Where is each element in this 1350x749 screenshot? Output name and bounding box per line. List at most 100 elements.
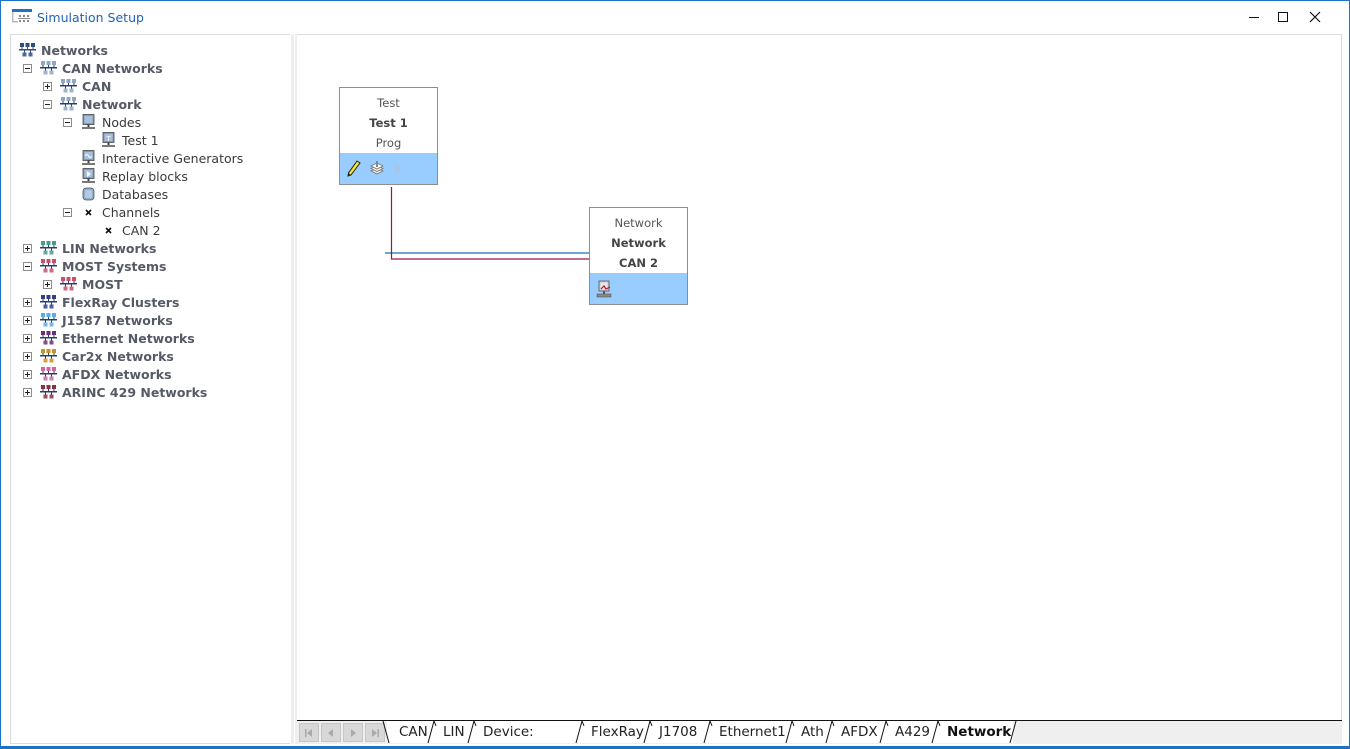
expand-icon[interactable]	[23, 333, 32, 343]
tree-item-arinc-429-networks[interactable]: ARINC 429 Networks	[23, 383, 207, 401]
network-tree[interactable]: Networks CAN Networks CAN Network Nodes …	[10, 34, 293, 744]
tree-item-afdx-networks[interactable]: AFDX Networks	[23, 365, 172, 383]
collapse-icon[interactable]	[63, 117, 72, 127]
expand-icon[interactable]	[23, 387, 32, 397]
tab-separator	[427, 721, 437, 743]
tree-item-networks[interactable]: Networks	[19, 41, 108, 59]
first-icon	[305, 728, 312, 737]
tree-item-label: LIN Networks	[62, 240, 157, 256]
tab-flexray[interactable]: FlexRay	[579, 721, 647, 743]
close-button[interactable]	[1298, 1, 1332, 33]
maximize-button[interactable]	[1266, 1, 1300, 33]
collapse-icon[interactable]	[23, 261, 32, 271]
maximize-icon	[1278, 12, 1288, 22]
tree-item-car2x-networks[interactable]: Car2x Networks	[23, 347, 174, 365]
tree-item-label: Nodes	[102, 114, 142, 130]
tab-next-button[interactable]	[343, 723, 363, 742]
network-canvas[interactable]: Test Test 1 Prog Network Network CAN 2	[297, 34, 1342, 720]
last-icon	[372, 728, 379, 737]
expand-icon[interactable]	[43, 279, 52, 289]
collapse-icon[interactable]	[23, 63, 32, 73]
expand-icon[interactable]	[23, 297, 32, 307]
expand-icon[interactable]	[43, 81, 52, 91]
expand-icon[interactable]	[23, 369, 32, 379]
test-node-icon: T	[102, 132, 115, 147]
network-name: Network	[611, 236, 666, 250]
lin-network-icon	[40, 241, 57, 255]
network-block-can-2[interactable]: Network Network CAN 2	[589, 207, 688, 305]
tree-item-label: Ethernet Networks	[62, 330, 195, 346]
node-block-toolbar	[340, 153, 437, 184]
tab-separator	[825, 721, 835, 743]
ethernet-network-icon	[40, 331, 57, 345]
node-type-label: Test	[377, 96, 400, 110]
tree-item-lin-networks[interactable]: LIN Networks	[23, 239, 156, 257]
expand-icon[interactable]	[23, 243, 32, 253]
tree-item-label: Replay blocks	[102, 168, 188, 184]
tree-item-nodes[interactable]: Nodes	[63, 113, 141, 131]
most-network-icon	[40, 259, 57, 273]
configuration-stack-icon[interactable]	[368, 160, 386, 178]
simulation-setup-icon	[12, 9, 32, 23]
tab-first-button[interactable]	[299, 723, 319, 742]
tree-item-channels[interactable]: Channels	[63, 203, 160, 221]
channel-icon	[105, 227, 112, 234]
car2x-network-icon	[40, 349, 57, 363]
tree-item-most-systems[interactable]: MOST Systems	[23, 257, 166, 275]
node-subtitle: Prog	[375, 136, 402, 150]
tab-separator	[1009, 721, 1017, 743]
node-connection-line	[390, 187, 589, 260]
node-block-test-1[interactable]: Test Test 1 Prog	[339, 87, 438, 185]
previous-icon	[328, 728, 333, 737]
tab-previous-button[interactable]	[321, 723, 341, 742]
channel-icon	[85, 209, 92, 216]
tree-item-can-networks[interactable]: CAN Networks	[23, 59, 163, 77]
database-icon	[82, 187, 95, 201]
arinc429-network-icon	[40, 385, 57, 399]
tree-item-can-2[interactable]: CAN 2	[83, 221, 161, 239]
tree-item-can[interactable]: CAN	[43, 77, 111, 95]
tab-ethernet1[interactable]: Ethernet1	[707, 721, 789, 743]
tab-network[interactable]: Network	[935, 721, 1013, 743]
most-network-icon	[60, 277, 77, 291]
expand-icon[interactable]	[23, 315, 32, 325]
tree-item-label: Interactive Generators	[102, 150, 244, 166]
tab-a429[interactable]: A429	[883, 721, 935, 743]
tree-item-ethernet-networks[interactable]: Ethernet Networks	[23, 329, 195, 347]
edit-pencil-icon[interactable]	[346, 159, 362, 178]
connection-wires	[385, 187, 589, 260]
tree-item-replay-blocks[interactable]: Replay blocks	[63, 167, 188, 185]
tree-item-network[interactable]: Network	[43, 95, 142, 113]
network-icon	[19, 43, 36, 57]
flexray-network-icon	[40, 295, 57, 309]
collapse-icon[interactable]	[63, 207, 72, 217]
minimize-icon	[1249, 17, 1259, 18]
tree-item-j1587-networks[interactable]: J1587 Networks	[23, 311, 173, 329]
j1587-network-icon	[40, 313, 57, 327]
tab-afdx[interactable]: AFDX	[829, 721, 883, 743]
tree-item-label: Databases	[102, 186, 169, 202]
tree-item-label: Network	[82, 96, 142, 112]
tree-item-flexray-clusters[interactable]: FlexRay Clusters	[23, 293, 179, 311]
tab-j1708[interactable]: J1708	[647, 721, 707, 743]
tree-item-most[interactable]: MOST	[43, 275, 123, 293]
pane-splitter[interactable]	[290, 34, 297, 744]
tree-item-test-1[interactable]: T Test 1	[83, 131, 159, 149]
expand-icon[interactable]	[23, 351, 32, 361]
tree-item-label: MOST	[82, 276, 123, 292]
tree-item-label: ARINC 429 Networks	[62, 384, 208, 400]
node-name: Test 1	[369, 116, 408, 130]
collapse-icon[interactable]	[43, 99, 52, 109]
tree-item-interactive-generators[interactable]: Interactive Generators	[63, 149, 243, 167]
afdx-network-icon	[40, 367, 57, 381]
tab-device-most[interactable]: Device: MOST	[471, 721, 579, 749]
tree-item-label: Test 1	[122, 132, 159, 148]
tree-item-label: Car2x Networks	[62, 348, 174, 364]
tree-item-databases[interactable]: Databases	[63, 185, 168, 203]
run-arrow-icon[interactable]	[392, 162, 404, 176]
sheet-tabs: CANLINDevice: MOSTFlexRayJ1708Ethernet1A…	[297, 720, 1342, 749]
tab-separator	[467, 721, 477, 743]
network-interface-icon[interactable]	[596, 280, 614, 298]
